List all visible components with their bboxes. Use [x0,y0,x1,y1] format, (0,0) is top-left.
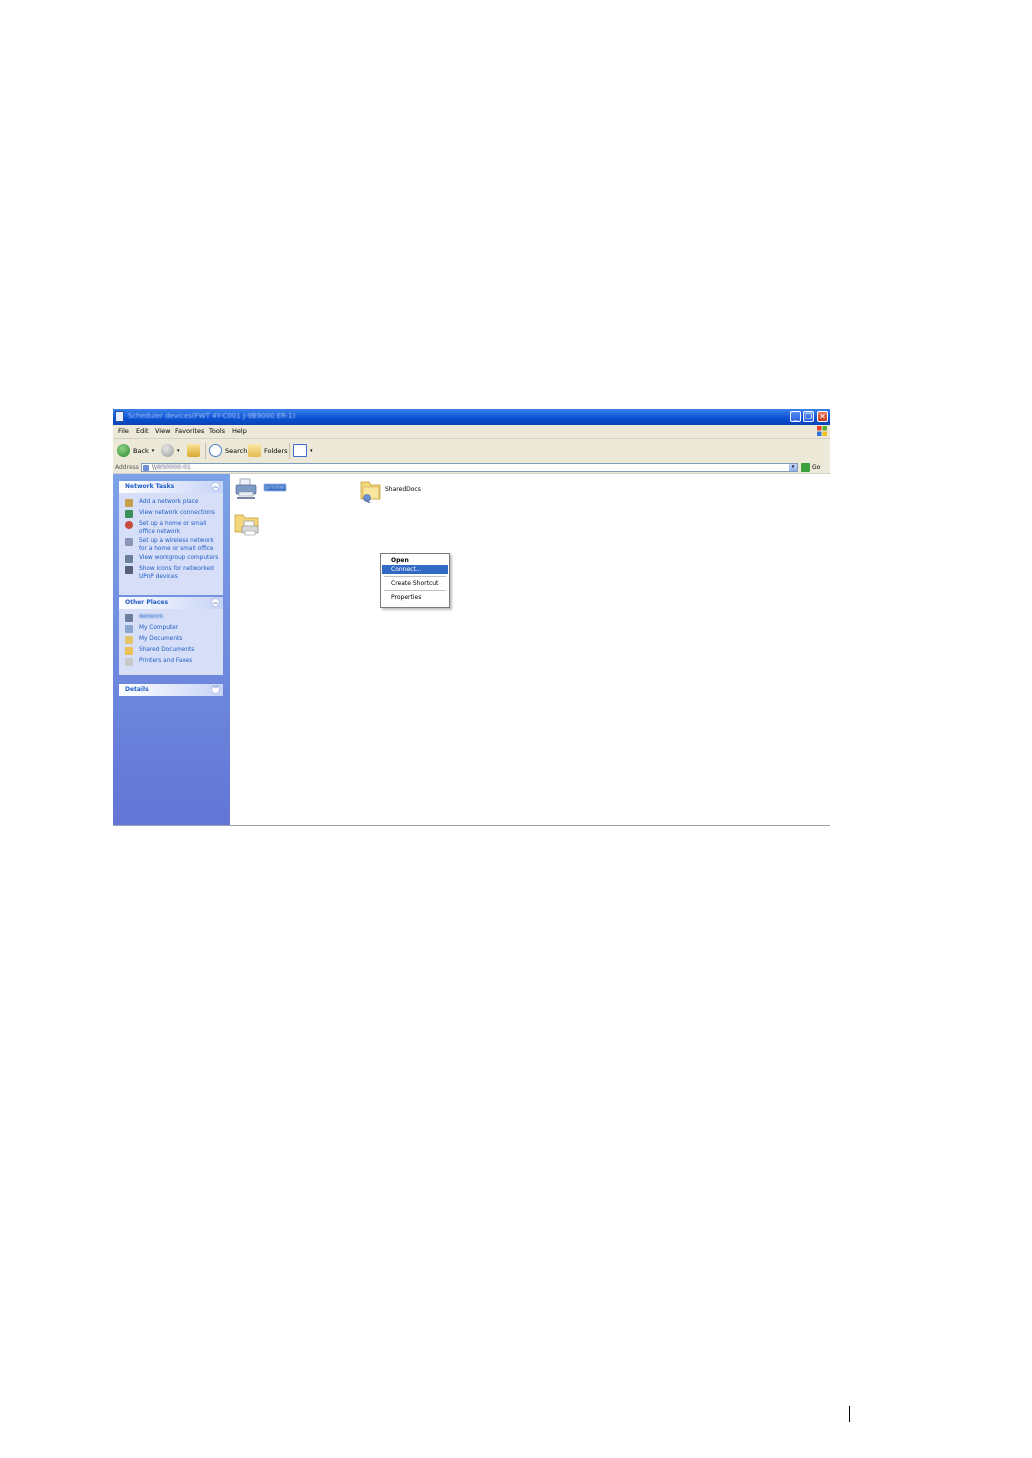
other-places-header[interactable]: Other Places ︽ [119,597,223,609]
network-connections-icon [125,510,133,518]
network-tasks-panel: Network Tasks ︽ Add a network place View… [119,481,223,595]
forward-arrow-icon [161,444,174,457]
network-place-icon [125,499,133,507]
address-input[interactable]: \\WS0000-01 ▾ [141,463,798,472]
task-label: Add a network place [139,499,199,505]
search-label: Search [225,446,248,455]
upnp-icon [125,566,133,574]
address-value: WS0000-01 [156,464,191,471]
task-pane: Network Tasks ︽ Add a network place View… [113,474,230,825]
my-documents-icon [125,636,133,644]
menu-favorites[interactable]: Favorites [175,427,204,435]
task-label: Set up a home or small office network [139,521,207,535]
shared-documents-icon [125,647,133,655]
menu-help[interactable]: Help [232,427,247,435]
network-printer-icon [235,478,257,499]
network-icon [125,614,133,622]
shareddocs-item[interactable] [358,477,384,504]
menu-tools[interactable]: Tools [209,427,225,435]
window-title: Scheduler devices(FWT 4Y-C001 J-9B9000 E… [128,412,296,420]
context-create-shortcut[interactable]: Create Shortcut [382,579,448,588]
toolbar: Back ▾ ▾ Search Folders ▾ [113,439,830,464]
go-label: Go [812,464,821,471]
views-icon [293,444,307,457]
context-separator [384,590,446,591]
address-dropdown-icon[interactable]: ▾ [789,464,797,471]
back-button[interactable]: Back ▾ [117,442,154,459]
network-tasks-header[interactable]: Network Tasks ︽ [119,481,223,493]
other-places-panel: Other Places ︽ Network My Computer My Do… [119,597,223,675]
close-button[interactable]: ✕ [817,411,828,422]
views-dropdown-icon[interactable]: ▾ [310,448,313,454]
search-icon [209,444,222,457]
context-open[interactable]: Open [382,556,448,565]
menu-bar: File Edit View Favorites Tools Help [113,425,830,439]
context-properties[interactable]: Properties [382,593,448,602]
forward-button[interactable]: ▾ [161,442,180,459]
home-network-icon [125,521,133,529]
chevron-down-icon[interactable]: ︾ [211,685,220,694]
task-label: View workgroup computers [139,555,219,561]
search-button[interactable]: Search [209,442,247,459]
other-places-title: Other Places [125,599,169,606]
printer-window-icon [115,411,124,422]
chevron-up-icon[interactable]: ︽ [211,482,220,491]
chevron-up-icon[interactable]: ︽ [211,598,220,607]
details-title: Details [125,686,149,693]
details-panel: Details ︾ [119,684,223,696]
workgroup-icon [125,555,133,563]
back-dropdown-icon[interactable]: ▾ [152,448,155,454]
context-separator [384,576,446,577]
back-arrow-icon [117,444,130,457]
file-view: printer SharedDocs Open Connect... Creat… [230,474,830,825]
minimize-button[interactable]: _ [790,411,801,422]
address-label: Address [115,464,139,471]
address-bar: Address \\WS0000-01 ▾ Go [113,463,830,474]
network-printer-label[interactable]: printer [264,484,287,491]
printer-folder-icon [234,514,259,536]
task-label: View network connections [139,510,215,516]
go-arrow-icon [801,463,810,472]
up-folder-icon [187,444,200,457]
up-folder-button[interactable] [187,442,203,459]
shareddocs-label[interactable]: SharedDocs [385,486,421,493]
place-label: Printers and Faxes [139,658,193,664]
details-header[interactable]: Details ︾ [119,684,223,696]
back-label: Back [133,446,149,455]
folders-button[interactable]: Folders [248,442,287,459]
go-button[interactable]: Go [801,463,820,472]
folders-icon [248,444,261,457]
printers-faxes-icon [125,658,133,666]
wireless-network-icon [125,538,133,546]
forward-dropdown-icon[interactable]: ▾ [177,448,180,454]
views-button[interactable]: ▾ [293,442,313,459]
my-computer-icon [125,625,133,633]
toolbar-divider [289,443,290,459]
windows-logo-icon [817,426,827,436]
task-label: Set up a wireless network for a home or … [139,538,214,552]
context-menu: Open Connect... Create Shortcut Properti… [380,553,450,608]
menu-edit[interactable]: Edit [136,427,149,435]
folders-label: Folders [264,446,288,455]
explorer-window: Scheduler devices(FWT 4Y-C001 J-9B9000 E… [113,409,830,826]
network-icon [143,465,149,471]
place-label: My Documents [139,636,183,642]
network-printer-item[interactable] [234,477,258,501]
place-label: Shared Documents [139,647,195,653]
menu-view[interactable]: View [155,427,170,435]
printers-faxes-item[interactable] [234,510,262,538]
task-label: Show icons for networked UPnP devices [139,566,214,580]
maximize-button[interactable]: ❐ [803,411,814,422]
toolbar-divider [205,443,206,459]
context-connect[interactable]: Connect... [382,565,448,574]
shared-folder-icon [360,481,381,504]
place-label: Network [139,614,164,620]
network-tasks-title: Network Tasks [125,483,175,490]
place-label: My Computer [139,625,179,631]
menu-file[interactable]: File [118,427,129,435]
page-footer-rule [849,1406,850,1422]
title-bar[interactable]: Scheduler devices(FWT 4Y-C001 J-9B9000 E… [113,409,830,425]
